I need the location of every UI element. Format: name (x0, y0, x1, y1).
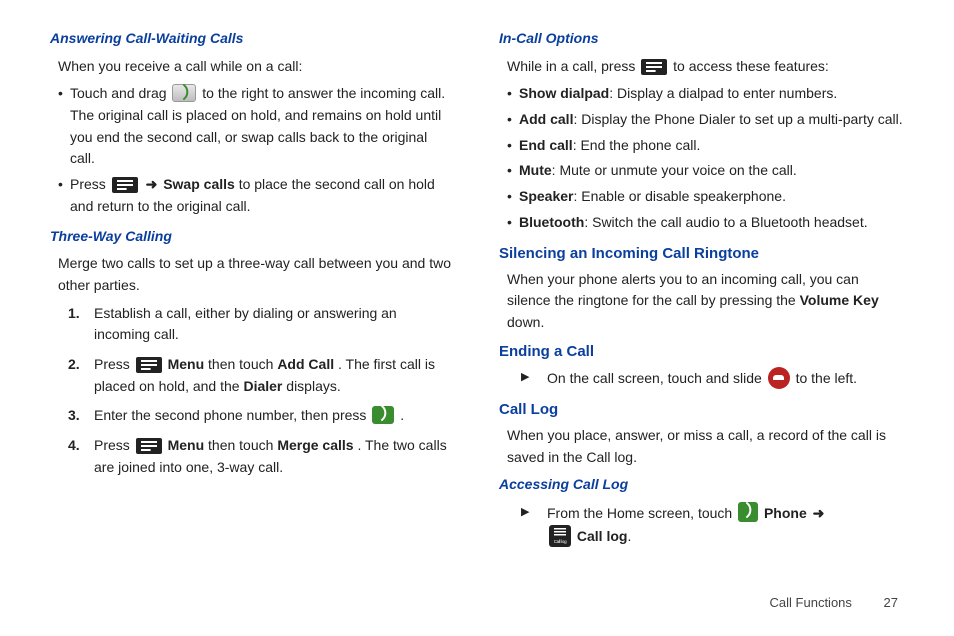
label-add-call: Add Call (277, 356, 334, 372)
label-menu: Menu (168, 356, 205, 372)
text: : Switch the call audio to a Bluetooth h… (584, 214, 867, 230)
label-volume-key: Volume Key (800, 292, 879, 308)
step-number: 3. (68, 405, 80, 427)
text: displays. (286, 378, 340, 394)
text: On the call screen, touch and slide (547, 370, 766, 386)
paragraph: When you place, answer, or miss a call, … (507, 425, 904, 468)
text: : Enable or disable speakerphone. (573, 188, 785, 204)
text: : Mute or unmute your voice on the call. (552, 162, 797, 178)
bullet-list: Show dialpad: Display a dialpad to enter… (507, 83, 904, 233)
list-item: From the Home screen, touch Phone ➜ Call… (521, 502, 904, 547)
text: Press (94, 356, 134, 372)
heading-silencing-ringtone: Silencing an Incoming Call Ringtone (499, 242, 904, 265)
list-item: End call: End the phone call. (507, 135, 904, 157)
heading-in-call-options: In-Call Options (499, 28, 904, 50)
text: From the Home screen, touch (547, 505, 736, 521)
menu-key-icon (641, 59, 667, 75)
list-item: Add call: Display the Phone Dialer to se… (507, 109, 904, 131)
text: to the left. (796, 370, 857, 386)
list-item: 2. Press Menu then touch Add Call . The … (68, 354, 455, 397)
right-column: In-Call Options While in a call, press t… (499, 28, 904, 555)
slide-answer-icon (172, 84, 196, 102)
heading-call-log: Call Log (499, 398, 904, 421)
option-label: Mute (519, 162, 552, 178)
list-item: 1. Establish a call, either by dialing o… (68, 303, 455, 346)
nav-arrow-icon: ➜ (813, 505, 825, 521)
left-column: Answering Call-Waiting Calls When you re… (50, 28, 455, 555)
label-phone: Phone (764, 505, 807, 521)
option-label: Add call (519, 111, 573, 127)
text: While in a call, press (507, 58, 639, 74)
option-label: Bluetooth (519, 214, 584, 230)
heading-accessing-call-log: Accessing Call Log (499, 474, 904, 496)
list-item: 4. Press Menu then touch Merge calls . T… (68, 435, 455, 478)
list-item: Show dialpad: Display a dialpad to enter… (507, 83, 904, 105)
option-label: End call (519, 137, 573, 153)
step-number: 4. (68, 435, 80, 457)
menu-key-icon (112, 177, 138, 193)
text: Press (70, 176, 110, 192)
label-menu: Menu (168, 437, 205, 453)
text: . (400, 407, 404, 423)
end-call-icon (768, 367, 790, 389)
label-swap-calls: Swap calls (163, 176, 235, 192)
text: : End the phone call. (573, 137, 701, 153)
arrow-list: On the call screen, touch and slide to t… (521, 367, 904, 390)
list-item: On the call screen, touch and slide to t… (521, 367, 904, 390)
text: down. (507, 314, 544, 330)
text: Press (94, 437, 134, 453)
page-footer: Call Functions 27 (770, 595, 898, 610)
heading-ending-call: Ending a Call (499, 340, 904, 363)
list-item: Bluetooth: Switch the call audio to a Bl… (507, 212, 904, 234)
step-number: 1. (68, 303, 80, 325)
heading-three-way-calling: Three-Way Calling (50, 226, 455, 248)
text: then touch (208, 437, 277, 453)
page-number: 27 (884, 595, 898, 610)
text: : Display the Phone Dialer to set up a m… (573, 111, 902, 127)
footer-section: Call Functions (770, 595, 852, 610)
paragraph: When you receive a call while on a call: (58, 56, 455, 78)
text: then touch (208, 356, 277, 372)
text: Enter the second phone number, then pres… (94, 407, 370, 423)
text: Touch and drag (70, 85, 170, 101)
paragraph: Merge two calls to set up a three-way ca… (58, 253, 455, 296)
list-item: Speaker: Enable or disable speakerphone. (507, 186, 904, 208)
paragraph: While in a call, press to access these f… (507, 56, 904, 78)
text: Establish a call, either by dialing or a… (94, 305, 397, 343)
call-button-icon (372, 406, 394, 424)
arrow-list: From the Home screen, touch Phone ➜ Call… (521, 502, 904, 547)
numbered-list: 1. Establish a call, either by dialing o… (68, 303, 455, 479)
text: to access these features: (673, 58, 829, 74)
option-label: Speaker (519, 188, 573, 204)
paragraph: When your phone alerts you to an incomin… (507, 269, 904, 334)
menu-key-icon (136, 357, 162, 373)
list-item: Press ➜ Swap calls to place the second c… (58, 174, 455, 217)
list-item: Touch and drag to the right to answer th… (58, 83, 455, 170)
text: : Display a dialpad to enter numbers. (609, 85, 837, 101)
option-label: Show dialpad (519, 85, 609, 101)
step-number: 2. (68, 354, 80, 376)
bullet-list: Touch and drag to the right to answer th… (58, 83, 455, 217)
list-item: 3. Enter the second phone number, then p… (68, 405, 455, 427)
phone-app-icon (738, 502, 758, 522)
list-item: Mute: Mute or unmute your voice on the c… (507, 160, 904, 182)
label-dialer: Dialer (243, 378, 282, 394)
nav-arrow-icon: ➜ (146, 176, 158, 192)
call-log-icon (549, 525, 571, 547)
heading-answering-call-waiting: Answering Call-Waiting Calls (50, 28, 455, 50)
label-call-log: Call log (577, 528, 628, 544)
text: . (627, 528, 631, 544)
menu-key-icon (136, 438, 162, 454)
label-merge-calls: Merge calls (277, 437, 353, 453)
